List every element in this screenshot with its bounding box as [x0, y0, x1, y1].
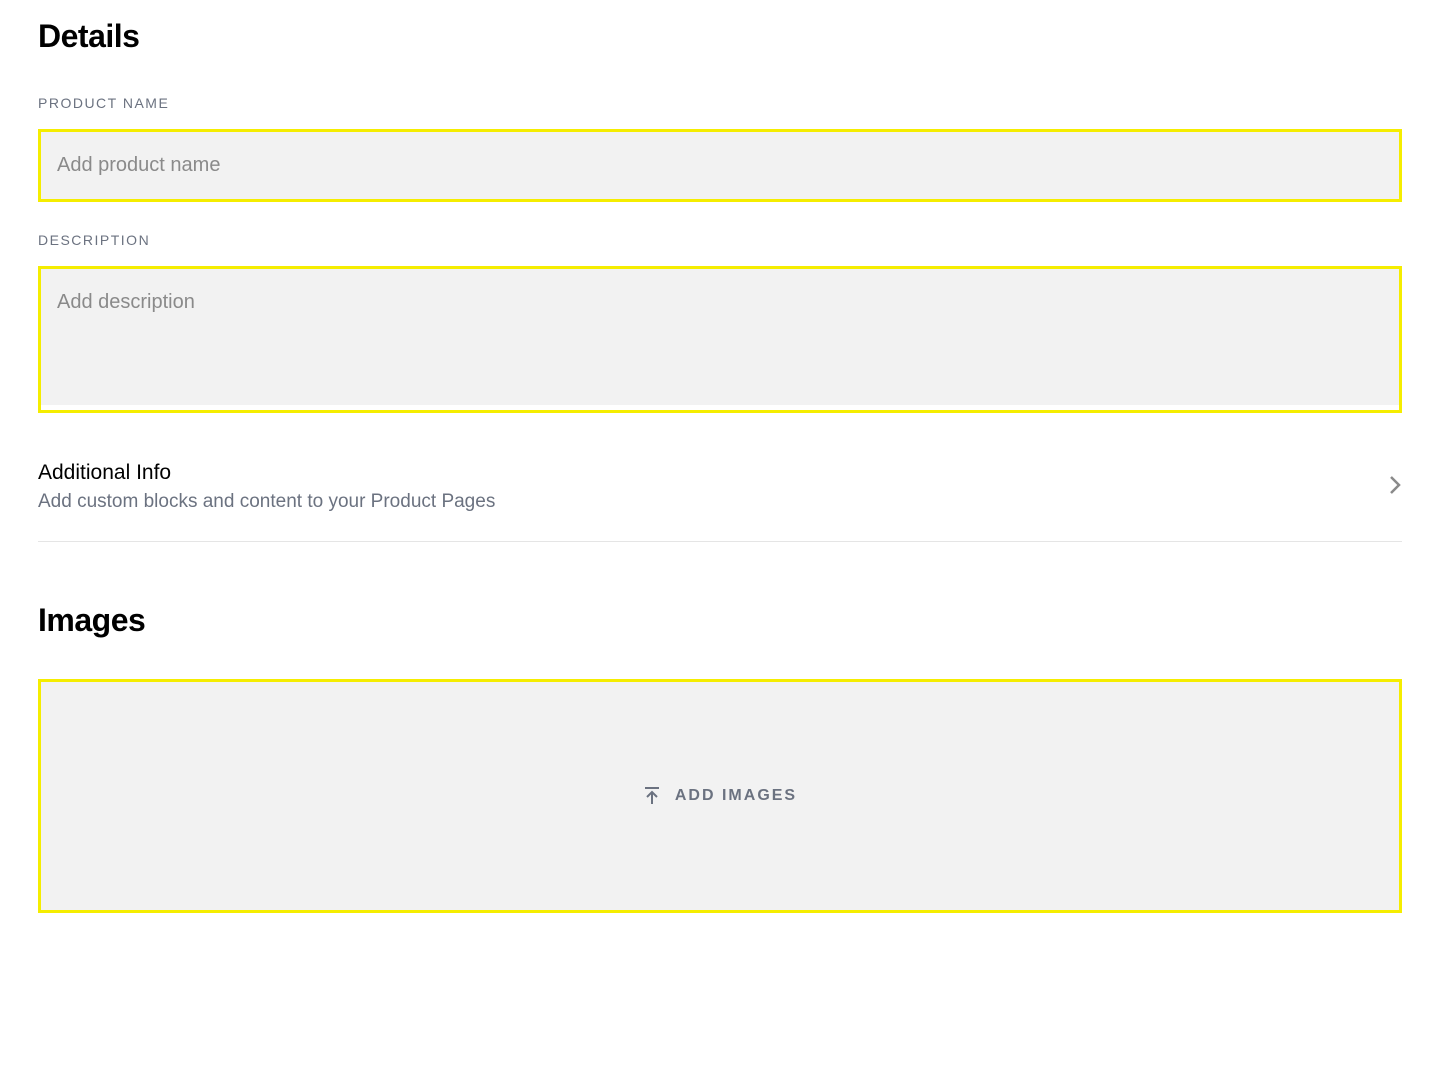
product-name-input-wrapper	[38, 129, 1402, 202]
images-heading: Images	[38, 602, 1402, 639]
additional-info-subtitle: Add custom blocks and content to your Pr…	[38, 491, 1372, 513]
product-name-label: PRODUCT NAME	[38, 95, 1402, 111]
images-section: Images ADD IMAGES	[38, 602, 1402, 913]
additional-info-text: Additional Info Add custom blocks and co…	[38, 461, 1372, 513]
details-heading: Details	[38, 18, 1402, 55]
upload-label: ADD IMAGES	[675, 787, 797, 805]
upload-content: ADD IMAGES	[643, 786, 797, 806]
chevron-right-icon	[1388, 474, 1402, 501]
upload-icon	[643, 786, 661, 806]
product-name-field: PRODUCT NAME	[38, 95, 1402, 202]
product-name-input[interactable]	[41, 132, 1399, 199]
details-section: Details PRODUCT NAME DESCRIPTION Additio…	[38, 18, 1402, 542]
additional-info-title: Additional Info	[38, 461, 1372, 485]
description-label: DESCRIPTION	[38, 232, 1402, 248]
image-upload-wrapper: ADD IMAGES	[38, 679, 1402, 913]
image-upload-area[interactable]: ADD IMAGES	[41, 682, 1399, 910]
description-field: DESCRIPTION	[38, 232, 1402, 413]
additional-info-row[interactable]: Additional Info Add custom blocks and co…	[38, 443, 1402, 542]
description-input-wrapper	[38, 266, 1402, 413]
description-input[interactable]	[41, 269, 1399, 405]
